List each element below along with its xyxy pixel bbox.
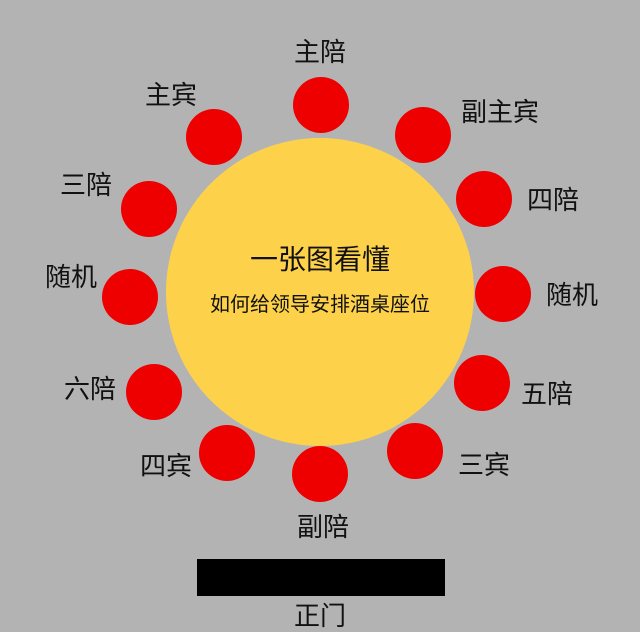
seat (102, 269, 158, 325)
seat (454, 355, 510, 411)
seat-label: 四陪 (527, 186, 580, 216)
seat (395, 107, 451, 163)
diagram-subtitle: 如何给领导安排酒桌座位 (210, 292, 430, 316)
door-label: 正门 (293, 602, 346, 632)
seat (199, 425, 255, 481)
seat-label: 三陪 (60, 171, 113, 201)
seat (293, 77, 349, 133)
seat-label: 六陪 (64, 375, 117, 405)
seat-label: 副主宾 (461, 98, 540, 128)
seat (456, 171, 512, 227)
seat-label: 三宾 (458, 451, 511, 481)
seat-label: 主宾 (145, 81, 198, 111)
seating-diagram: 一张图看懂 如何给领导安排酒桌座位 主陪 副主宾 四陪 随机 五陪 三宾 副陪 四宾 六陪 随机三… (0, 0, 640, 630)
seat-label: 五陪 (521, 380, 574, 410)
seat (121, 181, 177, 237)
seat-label: 副陪 (297, 513, 350, 543)
seat (186, 109, 242, 165)
seat-label: 随机 (45, 263, 98, 293)
seat (292, 446, 348, 502)
seat-label: 随机 (546, 281, 599, 311)
seat (387, 423, 443, 479)
seat-label: 四宾 (140, 452, 193, 482)
seat (126, 364, 182, 420)
seat (475, 266, 531, 322)
door-bar (197, 559, 445, 596)
seat-label: 主陪 (294, 38, 347, 68)
